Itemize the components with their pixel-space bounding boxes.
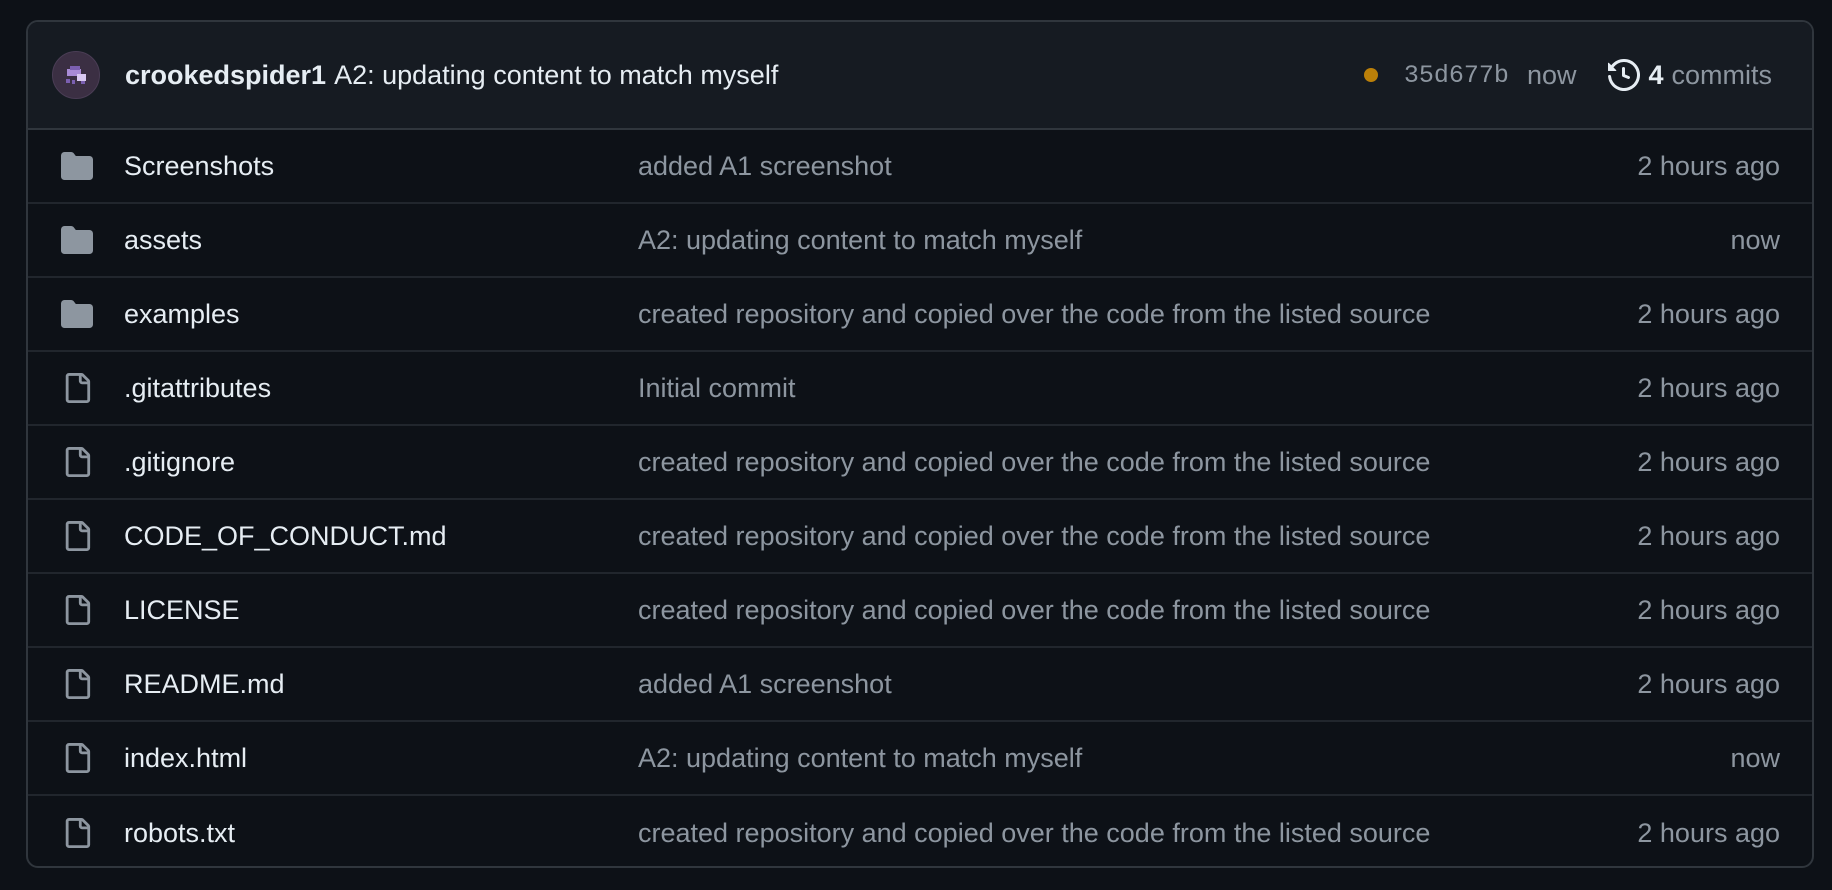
folder-icon — [60, 297, 94, 331]
file-commit-message-link[interactable]: A2: updating content to match myself — [638, 743, 1082, 774]
file-row[interactable]: .gitignore created repository and copied … — [28, 426, 1812, 500]
file-name-link[interactable]: .gitignore — [124, 447, 235, 478]
commits-count: 4 — [1648, 59, 1664, 90]
commit-message[interactable]: A2: updating content to match myself — [334, 60, 778, 91]
file-commit-message-link[interactable]: created repository and copied over the c… — [638, 447, 1430, 478]
file-icon — [60, 519, 94, 553]
folder-icon — [60, 149, 94, 183]
file-icon — [60, 593, 94, 627]
commits-label: commits — [1671, 59, 1773, 90]
file-icon — [60, 371, 94, 405]
file-row[interactable]: examples created repository and copied ov… — [28, 278, 1812, 352]
file-commit-age: now — [1730, 224, 1780, 255]
file-name-link[interactable]: LICENSE — [124, 595, 240, 626]
file-list: Screenshots added A1 screenshot 2 hours ag… — [28, 130, 1812, 866]
file-commit-age: 2 hours ago — [1637, 668, 1780, 699]
commits-history-link[interactable]: 4 commits — [1608, 59, 1772, 91]
file-commit-message-link[interactable]: created repository and copied over the c… — [638, 299, 1430, 330]
file-row[interactable]: .gitattributes Initial commit 2 hours ago — [28, 352, 1812, 426]
file-icon — [60, 741, 94, 775]
file-commit-age: 2 hours ago — [1637, 594, 1780, 625]
file-row[interactable]: robots.txt created repository and copied … — [28, 796, 1812, 866]
file-icon — [60, 667, 94, 701]
file-commit-age: 2 hours ago — [1637, 298, 1780, 329]
file-icon — [60, 816, 94, 850]
file-name-link[interactable]: examples — [124, 299, 240, 330]
file-name-link[interactable]: Screenshots — [124, 151, 274, 182]
commit-author[interactable]: crookedspider1 — [125, 60, 326, 91]
file-commit-message-link[interactable]: added A1 screenshot — [638, 151, 892, 182]
file-name-link[interactable]: robots.txt — [124, 818, 235, 849]
latest-commit-bar: crookedspider1 A2: updating content to m… — [28, 22, 1812, 130]
file-commit-age: now — [1730, 742, 1780, 773]
file-commit-message-link[interactable]: created repository and copied over the c… — [638, 521, 1430, 552]
folder-icon — [60, 223, 94, 257]
file-commit-age: 2 hours ago — [1637, 520, 1780, 551]
file-commit-message-link[interactable]: created repository and copied over the c… — [638, 818, 1430, 849]
file-commit-age: 2 hours ago — [1637, 817, 1780, 848]
file-name-link[interactable]: README.md — [124, 669, 285, 700]
file-row[interactable]: index.html A2: updating content to match … — [28, 722, 1812, 796]
file-name-link[interactable]: CODE_OF_CONDUCT.md — [124, 521, 447, 552]
file-row[interactable]: assets A2: updating content to match myse… — [28, 204, 1812, 278]
file-name-link[interactable]: assets — [124, 225, 202, 256]
file-row[interactable]: CODE_OF_CONDUCT.md created repository and… — [28, 500, 1812, 574]
history-icon — [1608, 59, 1641, 91]
avatar[interactable] — [52, 51, 100, 99]
commit-time: now — [1526, 59, 1577, 90]
file-row[interactable]: Screenshots added A1 screenshot 2 hours ag… — [28, 130, 1812, 204]
file-commit-message-link[interactable]: created repository and copied over the c… — [638, 595, 1430, 626]
file-browser: crookedspider1 A2: updating content to m… — [26, 20, 1814, 868]
commit-sha[interactable]: 35d677b — [1404, 61, 1509, 90]
file-commit-age: 2 hours ago — [1637, 372, 1780, 403]
file-row[interactable]: README.md added A1 screenshot 2 hours ago — [28, 648, 1812, 722]
file-name-link[interactable]: .gitattributes — [124, 373, 271, 404]
file-commit-message-link[interactable]: Initial commit — [638, 373, 796, 404]
file-commit-age: 2 hours ago — [1637, 446, 1780, 477]
file-commit-message-link[interactable]: added A1 screenshot — [638, 669, 892, 700]
file-commit-age: 2 hours ago — [1637, 150, 1780, 181]
avatar-spider-icon — [66, 66, 86, 84]
file-icon — [60, 445, 94, 479]
commit-status-dot[interactable] — [1363, 68, 1378, 82]
file-commit-message-link[interactable]: A2: updating content to match myself — [638, 225, 1082, 256]
file-row[interactable]: LICENSE created repository and copied ove… — [28, 574, 1812, 648]
file-name-link[interactable]: index.html — [124, 743, 247, 774]
